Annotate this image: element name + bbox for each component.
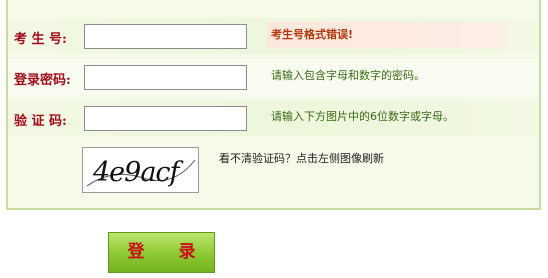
login-button[interactable]: 登 录 (108, 232, 215, 273)
candidate-no-input[interactable] (84, 24, 247, 49)
candidate-no-row: 考 生 号: 考生号格式错误! (8, 18, 539, 54)
captcha-graphic: 4e9acf (86, 157, 196, 188)
verify-code-row: 验 证 码: 请输入下方图片中的6位数字或字母。 (8, 100, 539, 136)
password-tip: 请输入包含字母和数字的密码。 (271, 69, 425, 82)
candidate-no-label: 考 生 号: (14, 32, 67, 47)
captcha-text: 4e9acf (92, 157, 184, 188)
verify-code-input[interactable] (84, 106, 247, 131)
captcha-refresh-hint: 看不清验证码？点击左侧图像刷新 (219, 152, 384, 165)
password-input[interactable] (84, 65, 247, 90)
verify-code-label: 验 证 码: (14, 114, 67, 129)
candidate-no-error-tip: 考生号格式错误! (267, 22, 507, 48)
password-label: 登录密码: (14, 73, 71, 88)
password-row: 登录密码: 请输入包含字母和数字的密码。 (8, 59, 539, 95)
captcha-image[interactable]: 4e9acf (82, 147, 199, 193)
verify-code-tip: 请输入下方图片中的6位数字或字母。 (271, 110, 454, 123)
